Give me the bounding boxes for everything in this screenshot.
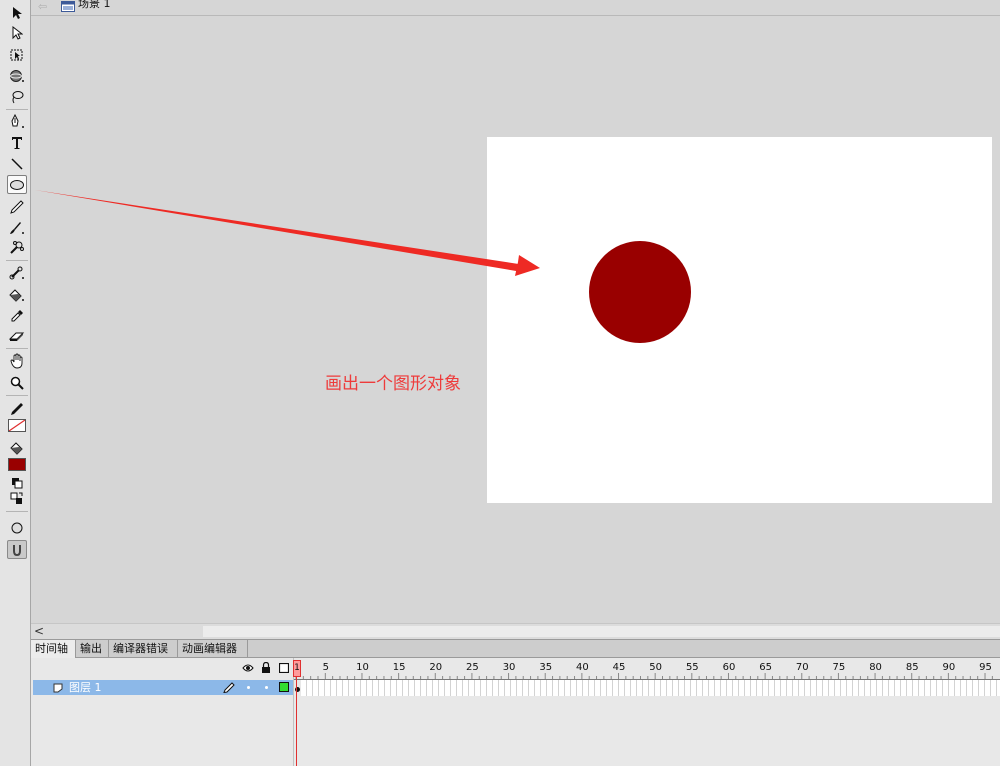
scroll-left-arrow[interactable]: <	[34, 624, 44, 638]
ruler-number: 10	[356, 662, 369, 673]
toolbar-separator	[6, 511, 28, 512]
lock-dot-icon[interactable]	[265, 686, 268, 689]
ruler-number: 95	[979, 662, 992, 673]
scene-label[interactable]: 场景 1	[78, 0, 111, 11]
fill-color-swatch[interactable]	[8, 458, 26, 471]
ruler-number: 40	[575, 662, 589, 673]
oval-tool-icon[interactable]	[7, 175, 27, 194]
layer-name[interactable]: 图层 1	[69, 680, 102, 695]
timeline-panel: 时间轴 输出 编译器错误 动画编辑器 图层 1 1510152025303540…	[31, 639, 1000, 766]
pen-tool-icon[interactable]	[7, 112, 27, 131]
layer-row[interactable]: 图层 1	[33, 680, 293, 695]
fill-color-icon[interactable]	[7, 438, 27, 457]
eyedropper-tool-icon[interactable]	[7, 306, 27, 325]
free-transform-tool-icon[interactable]	[7, 45, 27, 64]
stage-canvas[interactable]	[487, 137, 992, 503]
ruler-number: 55	[685, 662, 699, 673]
frame-cells[interactable]	[301, 680, 1000, 696]
tab-timeline[interactable]: 时间轴	[31, 640, 76, 658]
deco-tool-icon[interactable]	[7, 238, 27, 257]
frame-ruler[interactable]: 15101520253035404550556065707580859095	[293, 658, 1000, 680]
tab-compiler-errors[interactable]: 编译器错误	[109, 640, 178, 658]
stage-horizontal-scrollbar[interactable]: <	[31, 623, 1000, 639]
annotation-text: 画出一个图形对象	[325, 374, 461, 394]
selection-tool-icon[interactable]	[7, 3, 27, 22]
bone-tool-icon[interactable]	[7, 263, 27, 282]
layer-icon	[53, 683, 63, 696]
ruler-number: 5	[322, 662, 329, 673]
object-drawing-icon[interactable]	[7, 518, 27, 537]
lock-icon[interactable]	[261, 661, 271, 676]
eye-icon[interactable]	[242, 663, 254, 676]
ruler-number: 60	[722, 662, 736, 673]
playhead[interactable]: 1	[293, 660, 301, 677]
back-arrow-icon[interactable]: ⇦	[38, 1, 47, 13]
ruler-number: 50	[649, 662, 663, 673]
toolbar-separator	[6, 348, 28, 349]
subselection-tool-icon[interactable]	[7, 23, 27, 42]
visibility-dot-icon[interactable]	[247, 686, 250, 689]
tools-panel	[0, 0, 31, 766]
timeline-empty-area	[31, 696, 1000, 766]
stroke-color-swatch[interactable]	[8, 419, 26, 432]
lasso-tool-icon[interactable]	[7, 87, 27, 106]
toolbar-separator	[6, 395, 28, 396]
ruler-number: 70	[795, 662, 809, 673]
scroll-thumb[interactable]	[203, 626, 1000, 637]
circle-shape[interactable]	[589, 241, 691, 343]
outline-icon[interactable]	[278, 662, 290, 676]
panel-tab-bar: 时间轴 输出 编译器错误 动画编辑器	[31, 639, 1000, 658]
ruler-number: 90	[942, 662, 956, 673]
toolbar-separator	[6, 260, 28, 261]
text-tool-icon[interactable]	[7, 133, 27, 152]
pencil-tool-icon[interactable]	[7, 197, 27, 216]
3d-rotation-tool-icon[interactable]	[7, 66, 27, 85]
ruler-number: 15	[392, 662, 406, 673]
ruler-number: 20	[429, 662, 443, 673]
hand-tool-icon[interactable]	[7, 351, 27, 370]
edit-bar: ⇦ 场景 1	[31, 0, 1000, 16]
tab-motion-editor[interactable]: 动画编辑器	[178, 640, 248, 658]
pencil-icon	[223, 682, 235, 696]
playhead-line	[296, 677, 297, 766]
ruler-number: 35	[539, 662, 553, 673]
stroke-color-icon[interactable]	[7, 399, 27, 418]
paint-bucket-tool-icon[interactable]	[7, 285, 27, 304]
scene-icon	[61, 1, 75, 15]
eraser-tool-icon[interactable]	[7, 327, 27, 346]
snap-to-objects-icon[interactable]	[7, 540, 27, 559]
ruler-number: 65	[759, 662, 772, 673]
toolbar-separator	[6, 109, 28, 110]
layer-header	[31, 658, 293, 680]
line-tool-icon[interactable]	[7, 154, 27, 173]
tab-output[interactable]: 输出	[76, 640, 109, 658]
ruler-number: 75	[832, 662, 846, 673]
ruler-number: 45	[612, 662, 626, 673]
swap-colors-icon[interactable]	[7, 491, 27, 507]
zoom-tool-icon[interactable]	[7, 373, 27, 392]
ruler-number: 85	[905, 662, 919, 673]
ruler-number: 25	[466, 662, 479, 673]
ruler-number: 30	[502, 662, 516, 673]
ruler-number: 80	[869, 662, 882, 673]
black-and-white-icon[interactable]	[7, 475, 27, 491]
brush-tool-icon[interactable]	[7, 218, 27, 237]
layer-outline-color-icon[interactable]	[279, 682, 289, 692]
